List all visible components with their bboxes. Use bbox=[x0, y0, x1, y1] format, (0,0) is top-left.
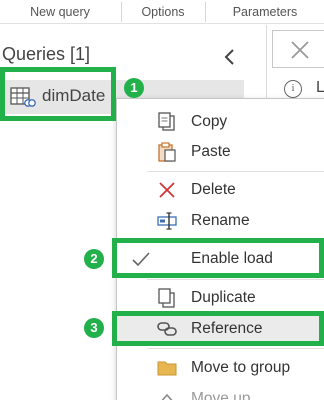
menu-item-move-to-group[interactable]: Move to group bbox=[117, 353, 324, 383]
copy-icon bbox=[158, 112, 175, 131]
ribbon-group-options[interactable]: Options bbox=[122, 0, 204, 24]
collapse-pane-chevron-icon[interactable] bbox=[222, 48, 238, 66]
callout-box-reference bbox=[112, 311, 324, 346]
menu-item-copy[interactable]: Copy bbox=[117, 107, 324, 137]
ribbon-group-parameters[interactable]: Parameters bbox=[206, 0, 324, 24]
menu-separator bbox=[147, 348, 324, 349]
queries-pane-title: Queries [1] bbox=[2, 44, 91, 64]
menu-separator bbox=[147, 279, 324, 280]
menu-separator bbox=[147, 171, 324, 172]
menu-item-label: Move up bbox=[191, 390, 251, 400]
callout-badge-2: 2 bbox=[84, 249, 104, 269]
menu-item-label: Paste bbox=[191, 143, 231, 160]
menu-item-label: Delete bbox=[191, 181, 236, 198]
menu-item-move-up[interactable]: Move up bbox=[117, 384, 324, 400]
ribbon-group-labels: New query Options Parameters bbox=[0, 0, 324, 24]
info-icon: i bbox=[284, 80, 302, 98]
callout-badge-3: 3 bbox=[84, 318, 104, 338]
rename-icon bbox=[157, 212, 177, 230]
callout-badge-1: 1 bbox=[124, 78, 144, 98]
chevron-up-icon bbox=[161, 393, 173, 400]
duplicate-icon bbox=[158, 288, 175, 308]
menu-item-duplicate[interactable]: Duplicate bbox=[117, 283, 324, 313]
callout-box-enable-load bbox=[112, 238, 324, 278]
menu-item-rename[interactable]: Rename bbox=[117, 206, 324, 236]
menu-item-label: Copy bbox=[191, 113, 228, 130]
callout-box-query bbox=[0, 67, 116, 121]
menu-item-label: Rename bbox=[191, 212, 250, 229]
cancel-formula-button[interactable] bbox=[272, 30, 324, 68]
menu-item-label: Move to group bbox=[191, 359, 291, 376]
menu-item-paste[interactable]: Paste bbox=[117, 137, 324, 167]
delete-icon bbox=[159, 182, 175, 198]
paste-icon bbox=[158, 142, 176, 162]
menu-item-delete[interactable]: Delete bbox=[117, 175, 324, 205]
folder-icon bbox=[157, 361, 177, 376]
info-text: L bbox=[316, 79, 324, 96]
ribbon-group-new-query[interactable]: New query bbox=[0, 0, 120, 24]
menu-item-label: Duplicate bbox=[191, 289, 256, 306]
close-icon bbox=[291, 41, 309, 59]
